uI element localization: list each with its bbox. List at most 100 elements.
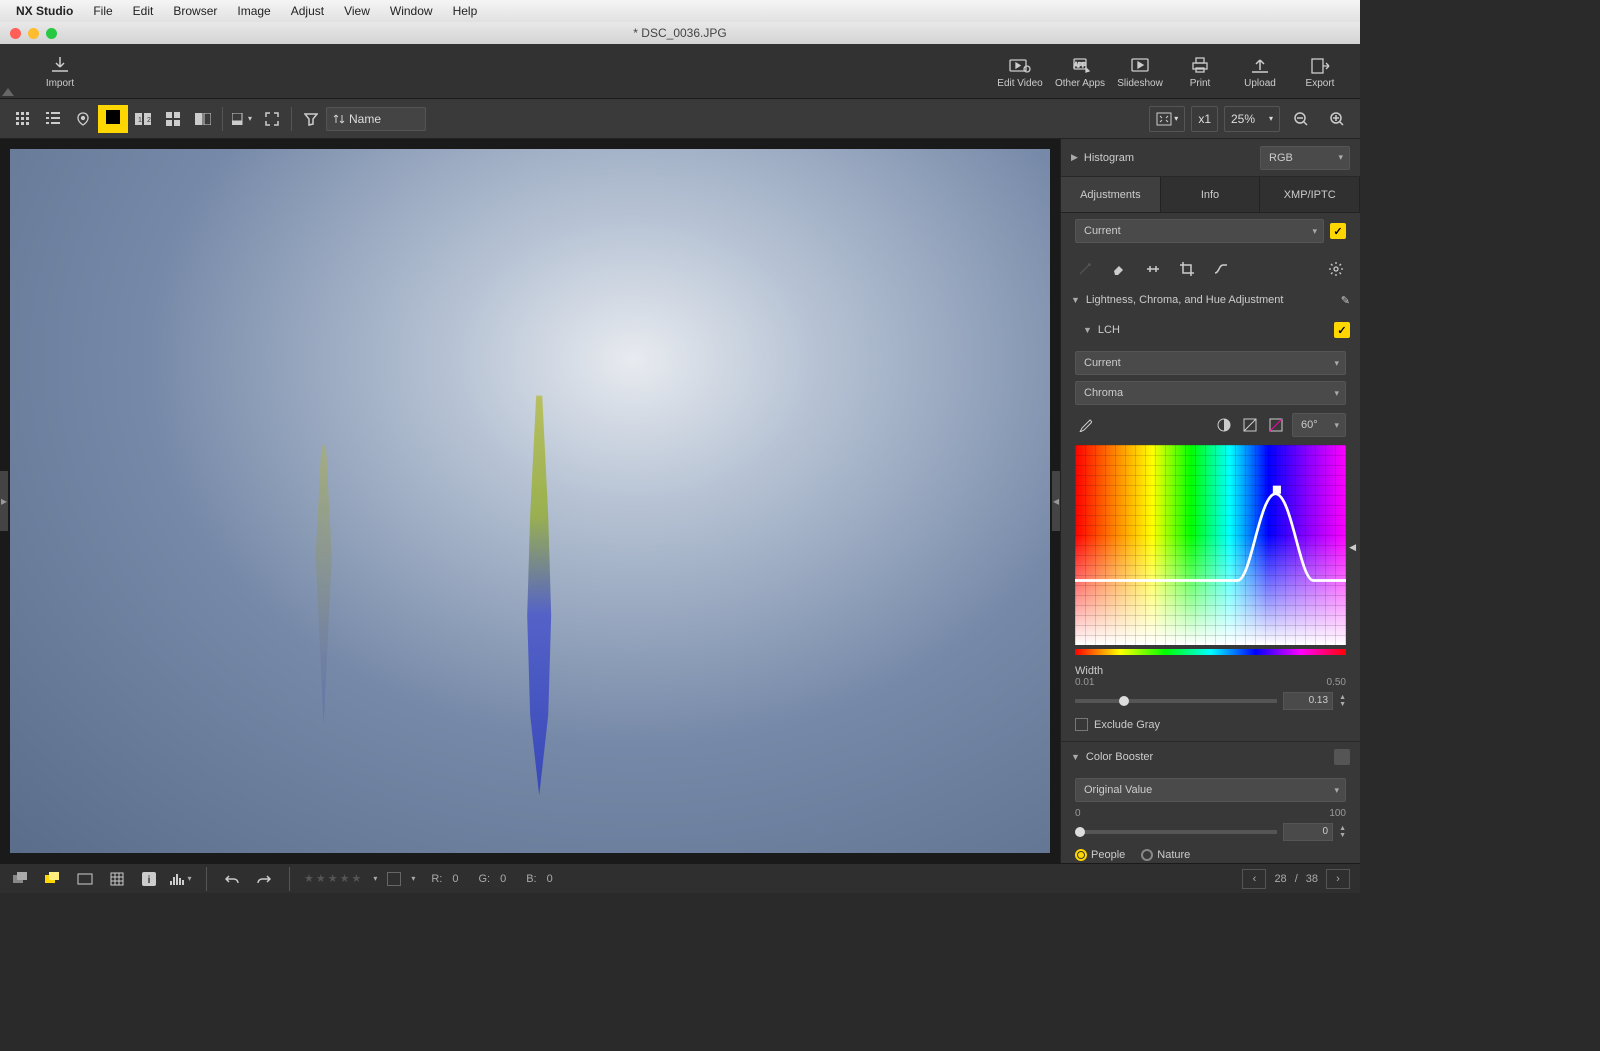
- before-after-button[interactable]: [188, 105, 218, 133]
- color-curve-editor[interactable]: ◀: [1075, 445, 1346, 655]
- stepper-up[interactable]: ▲: [1339, 825, 1346, 832]
- next-image-button[interactable]: ›: [1326, 869, 1350, 889]
- color-booster-preset-select[interactable]: Original Value: [1075, 778, 1346, 802]
- import-button[interactable]: Import: [30, 44, 90, 99]
- table-icon[interactable]: [106, 868, 128, 890]
- lch-enabled-checkbox[interactable]: ✓: [1334, 322, 1350, 338]
- label-color-swatch[interactable]: [387, 872, 401, 886]
- actual-size-button[interactable]: x1: [1191, 106, 1218, 132]
- redo-button[interactable]: [253, 868, 275, 890]
- color-booster-slider[interactable]: [1075, 830, 1277, 834]
- close-window-button[interactable]: [10, 28, 21, 39]
- people-radio[interactable]: People: [1075, 849, 1125, 861]
- menu-help[interactable]: Help: [445, 4, 486, 18]
- eraser-icon[interactable]: [1109, 259, 1129, 279]
- color-booster-value[interactable]: 0: [1283, 823, 1333, 841]
- map-view-button[interactable]: [68, 105, 98, 133]
- menu-window[interactable]: Window: [382, 4, 441, 18]
- straighten-icon[interactable]: [1143, 259, 1163, 279]
- rating-stars[interactable]: ★★★★★: [304, 872, 363, 885]
- adjustment-preset-select[interactable]: Current: [1075, 219, 1324, 243]
- compare4-button[interactable]: [158, 105, 188, 133]
- app-icon: APP: [1069, 54, 1091, 76]
- width-slider[interactable]: [1075, 699, 1277, 703]
- single-view-button[interactable]: [98, 105, 128, 133]
- upload-button[interactable]: Upload: [1230, 44, 1290, 99]
- right-panel-toggle[interactable]: ◂: [1052, 471, 1060, 531]
- slideshow-button[interactable]: Slideshow: [1110, 44, 1170, 99]
- settings-icon[interactable]: [1326, 259, 1346, 279]
- angle-select[interactable]: 60°: [1292, 413, 1346, 437]
- edit-video-button[interactable]: Edit Video: [990, 44, 1050, 99]
- tab-xmp-iptc[interactable]: XMP/IPTC: [1260, 177, 1360, 212]
- histogram-icon[interactable]: ▾: [170, 868, 192, 890]
- zoom-dropdown[interactable]: 25%▾: [1224, 106, 1280, 132]
- wand-tool-icon[interactable]: [1075, 259, 1095, 279]
- rating-dropdown-icon[interactable]: ▾: [373, 874, 377, 883]
- undo-button[interactable]: [221, 868, 243, 890]
- crop-icon[interactable]: [1177, 259, 1197, 279]
- stack2-icon[interactable]: [42, 868, 64, 890]
- color-booster-header[interactable]: ▼ Color Booster ✓: [1061, 742, 1360, 772]
- info-badge-icon[interactable]: i: [138, 868, 160, 890]
- picker-icon[interactable]: [1075, 415, 1095, 435]
- prev-image-button[interactable]: ‹: [1242, 869, 1266, 889]
- sort-dropdown[interactable]: Name: [326, 107, 426, 131]
- grid-view-button[interactable]: [8, 105, 38, 133]
- lch-preset-select[interactable]: Current: [1075, 351, 1346, 375]
- diagonal-icon[interactable]: [1240, 415, 1260, 435]
- titlebar: * DSC_0036.JPG: [0, 22, 1360, 44]
- lch-subsection-header[interactable]: ▼ LCH ✓: [1061, 315, 1360, 345]
- image-canvas-area: ▸ ◂: [0, 139, 1060, 863]
- image-content: [301, 445, 346, 725]
- edit-icon[interactable]: ✎: [1341, 294, 1350, 307]
- list-view-button[interactable]: [38, 105, 68, 133]
- contrast-icon[interactable]: [1214, 415, 1234, 435]
- cb-min: 0: [1075, 808, 1081, 819]
- image-canvas[interactable]: [10, 149, 1050, 853]
- panel-expand-icon[interactable]: [2, 88, 14, 96]
- lch-section-header[interactable]: ▼ Lightness, Chroma, and Hue Adjustment …: [1061, 285, 1360, 315]
- marker-icon: ◀: [1349, 542, 1356, 553]
- window-controls: [0, 28, 57, 39]
- diagonal-color-icon[interactable]: [1266, 415, 1286, 435]
- nature-radio[interactable]: Nature: [1141, 849, 1190, 861]
- adjustments-enabled-checkbox[interactable]: ✓: [1330, 223, 1346, 239]
- other-apps-button[interactable]: APPOther Apps: [1050, 44, 1110, 99]
- aspect-icon[interactable]: [74, 868, 96, 890]
- zoom-out-button[interactable]: [1286, 105, 1316, 133]
- layout-dropdown[interactable]: ▾: [227, 105, 257, 133]
- stepper-down[interactable]: ▼: [1339, 832, 1346, 839]
- histogram-channel-select[interactable]: RGB: [1260, 146, 1350, 170]
- cb-max: 100: [1329, 808, 1346, 819]
- menu-edit[interactable]: Edit: [125, 4, 162, 18]
- stack1-icon[interactable]: [10, 868, 32, 890]
- fit-button[interactable]: ▾: [1149, 106, 1185, 132]
- menu-browser[interactable]: Browser: [165, 4, 225, 18]
- label-dropdown-icon[interactable]: ▾: [411, 874, 415, 883]
- print-button[interactable]: Print: [1170, 44, 1230, 99]
- histogram-header[interactable]: ▶ Histogram RGB: [1061, 139, 1360, 177]
- lch-channel-select[interactable]: Chroma: [1075, 381, 1346, 405]
- zoom-window-button[interactable]: [46, 28, 57, 39]
- tab-info[interactable]: Info: [1161, 177, 1261, 212]
- g-value: 0: [500, 873, 506, 885]
- disclosure-icon: ▼: [1083, 325, 1092, 335]
- upload-label: Upload: [1244, 78, 1276, 89]
- menu-image[interactable]: Image: [229, 4, 278, 18]
- menu-adjust[interactable]: Adjust: [283, 4, 332, 18]
- exclude-gray-checkbox[interactable]: [1075, 718, 1088, 731]
- minimize-window-button[interactable]: [28, 28, 39, 39]
- menu-view[interactable]: View: [336, 4, 378, 18]
- filter-button[interactable]: [296, 105, 326, 133]
- disclosure-icon: ▼: [1071, 295, 1080, 305]
- tab-adjustments[interactable]: Adjustments: [1061, 177, 1161, 212]
- left-panel-toggle[interactable]: ▸: [0, 471, 8, 531]
- color-booster-checkbox[interactable]: ✓: [1334, 749, 1350, 765]
- compare2-button[interactable]: 12: [128, 105, 158, 133]
- curve-icon[interactable]: [1211, 259, 1231, 279]
- menu-file[interactable]: File: [85, 4, 120, 18]
- zoom-in-button[interactable]: [1322, 105, 1352, 133]
- export-button[interactable]: Export: [1290, 44, 1350, 99]
- fullscreen-button[interactable]: [257, 105, 287, 133]
